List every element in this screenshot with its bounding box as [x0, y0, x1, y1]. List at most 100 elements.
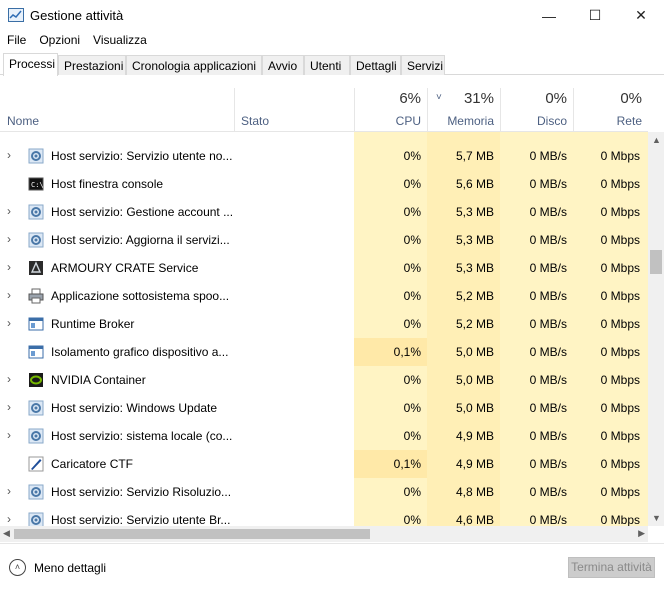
- process-row[interactable]: › Applicazione sottosistema spoo... 0% 5,2 …: [0, 282, 648, 310]
- process-cpu: 0%: [403, 513, 421, 526]
- menu-view[interactable]: Visualizza: [86, 31, 153, 51]
- process-row[interactable]: Caricatore CTF 0,1% 4,9 MB 0 MB/s 0 Mbps: [0, 450, 648, 478]
- process-row[interactable]: › Host servizio: sistema locale (co... 0% 4…: [0, 422, 648, 450]
- tab-processes[interactable]: Processi: [3, 53, 58, 76]
- process-row[interactable]: › Host servizio: Servizio Risoluzio... 0% 4…: [0, 478, 648, 506]
- process-row[interactable]: › Host servizio: Servizio utente no... 0% 5…: [0, 142, 648, 170]
- title-bar[interactable]: Gestione attività — ☐ ✕: [0, 0, 664, 31]
- process-network: 0 Mbps: [600, 205, 640, 219]
- vertical-scrollbar[interactable]: ▲ ▼: [648, 132, 664, 526]
- process-network: 0 Mbps: [600, 373, 640, 387]
- scroll-down-icon[interactable]: ▼: [652, 513, 661, 523]
- header-cpu-percent: 6%: [399, 90, 421, 107]
- expand-chevron-icon[interactable]: ›: [7, 260, 11, 274]
- process-row[interactable]: C:\ Host finestra console 0% 5,6 MB 0 MB/s 0 …: [0, 170, 648, 198]
- scroll-up-icon[interactable]: ▲: [652, 135, 661, 145]
- process-name: NVIDIA Container: [51, 373, 146, 387]
- expand-chevron-icon[interactable]: ›: [7, 148, 11, 162]
- process-name: Applicazione sottosistema spoo...: [51, 289, 230, 303]
- process-cpu: 0,1%: [393, 457, 421, 471]
- process-name: Runtime Broker: [51, 317, 135, 331]
- process-cpu: 0%: [403, 261, 421, 275]
- expand-chevron-icon[interactable]: ›: [7, 232, 11, 246]
- header-memory[interactable]: ˅ 31% Memoria: [428, 88, 500, 132]
- header-network-label: Rete: [616, 114, 642, 128]
- header-disk-percent: 0%: [545, 90, 567, 107]
- tab-services[interactable]: Servizi: [401, 55, 445, 75]
- process-disk: 0 MB/s: [529, 261, 567, 275]
- horizontal-scroll-thumb[interactable]: [14, 529, 370, 539]
- header-network[interactable]: 0% Rete: [574, 88, 648, 132]
- close-button[interactable]: ✕: [618, 0, 664, 31]
- scroll-left-icon[interactable]: ◀: [3, 528, 10, 539]
- armoury-icon: [28, 260, 44, 276]
- process-disk: 0 MB/s: [529, 233, 567, 247]
- process-row[interactable]: › NVIDIA Container 0% 5,0 MB 0 MB/s 0 Mbps: [0, 366, 648, 394]
- maximize-button[interactable]: ☐: [572, 0, 618, 31]
- process-memory: 4,9 MB: [455, 457, 494, 471]
- process-row[interactable]: › Host servizio: Servizio utente Br... 0% 4…: [0, 506, 648, 526]
- process-name: Host servizio: Windows Update: [51, 401, 218, 415]
- process-memory: 4,9 MB: [455, 429, 494, 443]
- horizontal-scrollbar[interactable]: ◀ ▶: [0, 526, 648, 542]
- expand-chevron-icon[interactable]: ›: [7, 204, 11, 218]
- header-cpu[interactable]: 6% CPU: [355, 88, 427, 132]
- process-disk: 0 MB/s: [529, 149, 567, 163]
- process-network: 0 Mbps: [600, 289, 640, 303]
- vertical-scroll-thumb[interactable]: [650, 250, 662, 274]
- tab-app-history[interactable]: Cronologia applicazioni: [126, 55, 262, 75]
- sort-descending-icon: ˅: [436, 92, 442, 103]
- tab-details[interactable]: Dettagli: [350, 55, 401, 75]
- process-row[interactable]: › Runtime Broker 0% 5,2 MB 0 MB/s 0 Mbps: [0, 310, 648, 338]
- process-disk: 0 MB/s: [529, 373, 567, 387]
- process-row[interactable]: › Host servizio: Windows Update 0% 5,0 MB 0 …: [0, 394, 648, 422]
- process-name: Host servizio: Aggiorna il servizi...: [51, 233, 230, 247]
- process-name: Host servizio: Servizio utente Br...: [51, 513, 231, 526]
- header-name[interactable]: Nome: [0, 88, 234, 132]
- collapse-up-icon[interactable]: ˄: [9, 559, 26, 576]
- menu-options[interactable]: Opzioni: [32, 31, 86, 51]
- process-cpu: 0%: [403, 233, 421, 247]
- process-cpu: 0%: [403, 149, 421, 163]
- process-network: 0 Mbps: [600, 149, 640, 163]
- process-cpu: 0,1%: [393, 345, 421, 359]
- expand-chevron-icon[interactable]: ›: [7, 372, 11, 386]
- minimize-icon: —: [542, 7, 556, 24]
- process-row[interactable]: › Host servizio: Gestione account ... 0% 5,…: [0, 198, 648, 226]
- process-row[interactable]: › Host servizio: Aggiorna il servizi... 0%…: [0, 226, 648, 254]
- task-manager-icon: [8, 8, 24, 22]
- footer: ˄ Meno dettagli Termina attività: [0, 543, 664, 591]
- less-details-link[interactable]: Meno dettagli: [34, 561, 106, 575]
- tab-users[interactable]: Utenti: [304, 55, 350, 75]
- tab-performance[interactable]: Prestazioni: [58, 55, 126, 75]
- menu-file[interactable]: File: [0, 31, 32, 51]
- expand-chevron-icon[interactable]: ›: [7, 288, 11, 302]
- process-memory: 5,3 MB: [455, 261, 494, 275]
- printer-icon: [28, 288, 44, 304]
- tab-startup[interactable]: Avvio: [262, 55, 304, 75]
- header-name-label: Nome: [7, 114, 40, 128]
- process-memory: 5,0 MB: [455, 373, 494, 387]
- column-header: Nome Stato 6% CPU ˅ 31% Memoria 0% Disco…: [0, 88, 648, 132]
- process-cpu: 0%: [403, 205, 421, 219]
- close-icon: ✕: [635, 7, 647, 23]
- scroll-right-icon[interactable]: ▶: [638, 528, 645, 539]
- process-memory: 5,7 MB: [455, 149, 494, 163]
- minimize-button[interactable]: —: [526, 0, 572, 31]
- process-network: 0 Mbps: [600, 177, 640, 191]
- expand-chevron-icon[interactable]: ›: [7, 400, 11, 414]
- expand-chevron-icon[interactable]: ›: [7, 484, 11, 498]
- process-name: Isolamento grafico dispositivo a...: [51, 345, 229, 359]
- process-cpu: 0%: [403, 317, 421, 331]
- expand-chevron-icon[interactable]: ›: [7, 316, 11, 330]
- process-network: 0 Mbps: [600, 233, 640, 247]
- end-task-button[interactable]: Termina attività: [568, 557, 655, 578]
- gear-icon: [28, 512, 44, 526]
- header-memory-percent: 31%: [463, 90, 494, 107]
- process-row[interactable]: Isolamento grafico dispositivo a... 0,1% 5…: [0, 338, 648, 366]
- expand-chevron-icon[interactable]: ›: [7, 428, 11, 442]
- header-disk[interactable]: 0% Disco: [501, 88, 573, 132]
- header-status[interactable]: Stato: [235, 88, 354, 132]
- process-row[interactable]: › ARMOURY CRATE Service 0% 5,3 MB 0 MB/s 0 Mb…: [0, 254, 648, 282]
- expand-chevron-icon[interactable]: ›: [7, 512, 11, 526]
